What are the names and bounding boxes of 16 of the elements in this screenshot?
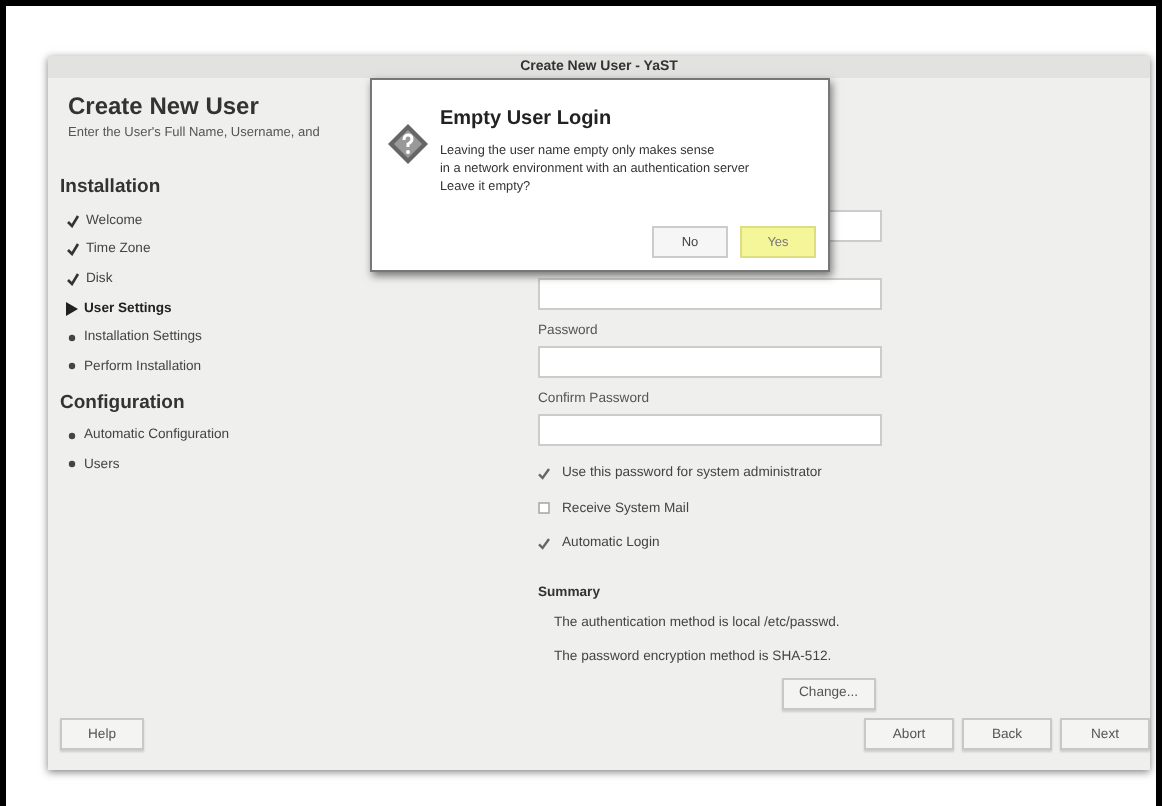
dialog-title: Empty User Login [440,108,614,130]
bullet-icon [66,429,78,442]
question-icon [388,124,428,164]
input-field[interactable] [538,278,882,310]
bullet-icon [66,360,78,373]
input-field[interactable] [538,346,882,378]
section-heading: Installation [60,176,161,198]
triangle-icon [66,301,78,316]
section-heading: Configuration [60,391,185,414]
checkbox[interactable] [538,467,550,480]
bullet-icon [66,458,78,471]
checkbox[interactable] [538,537,550,550]
bullet-icon [66,331,78,344]
page-title: Create New User [68,92,259,120]
input-field[interactable] [538,414,882,446]
checkbox[interactable] [538,502,550,515]
